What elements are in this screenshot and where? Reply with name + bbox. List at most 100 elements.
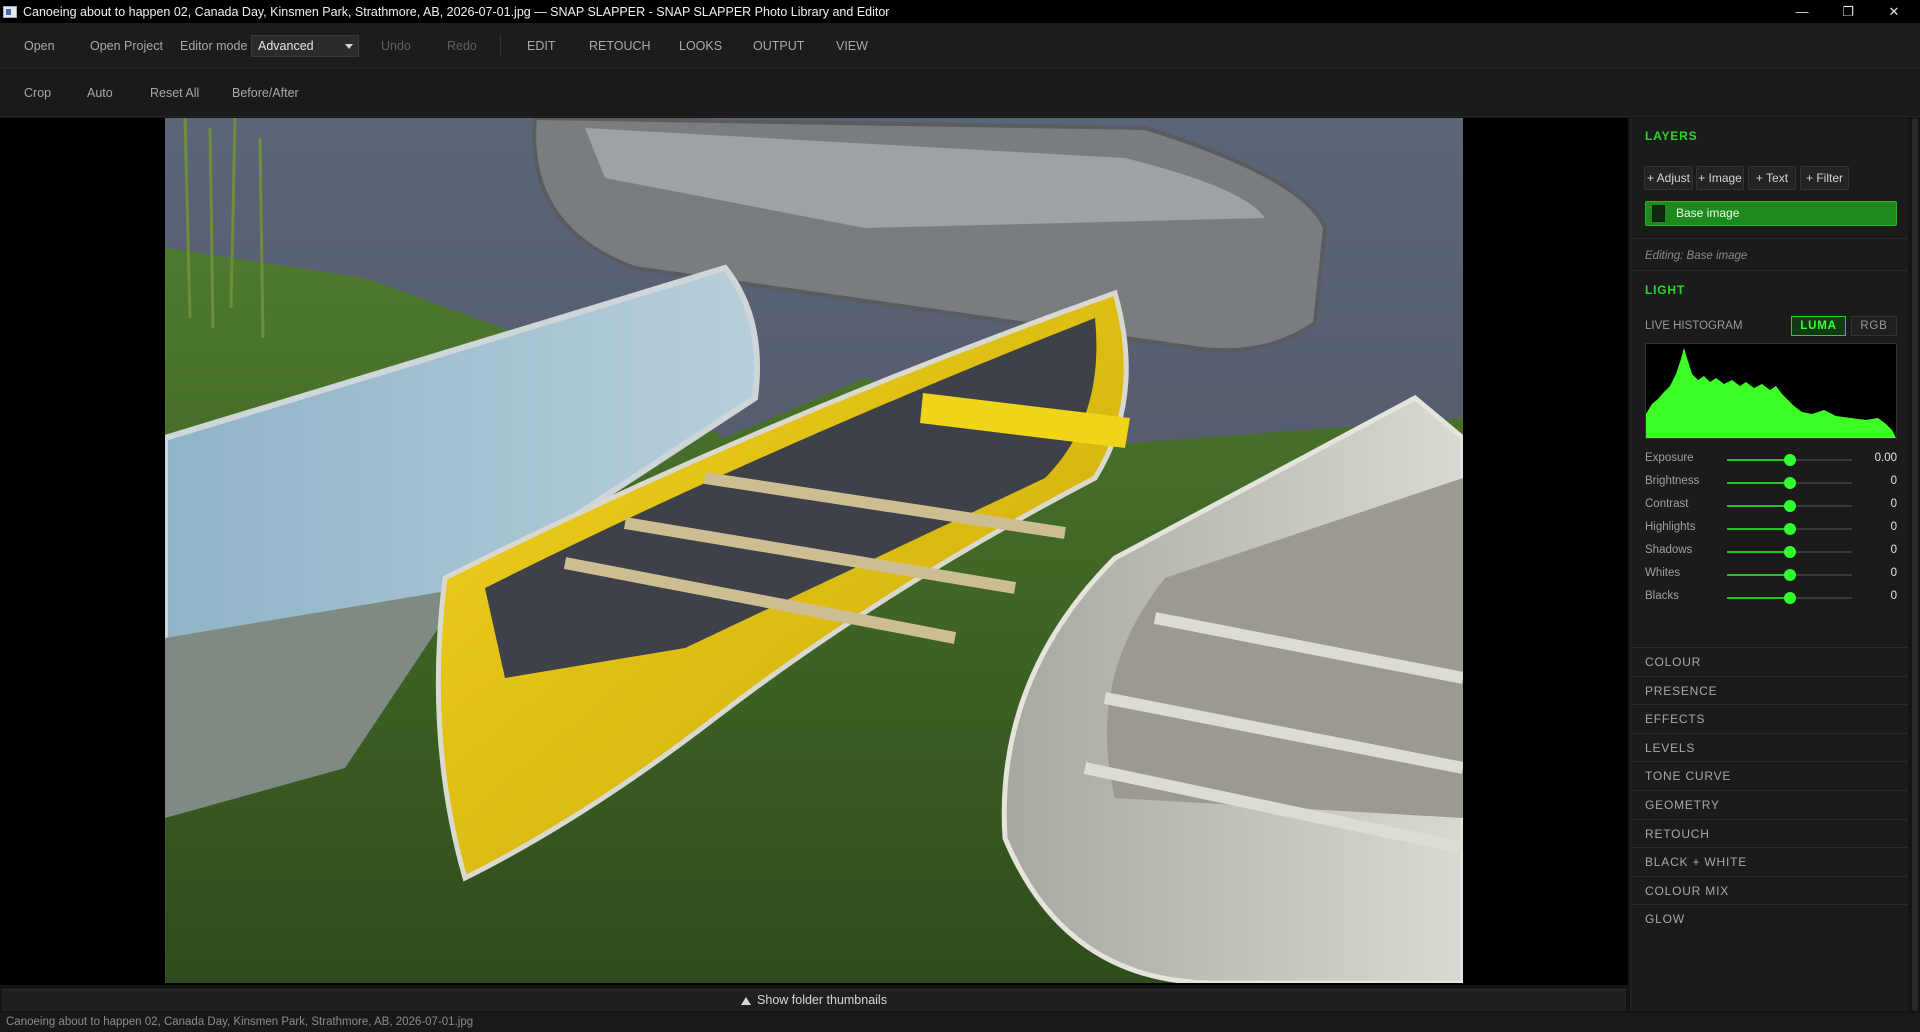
slider-value: 0 — [1890, 521, 1897, 533]
redo-button[interactable]: Redo — [447, 23, 477, 69]
slider-label: Brightness — [1645, 475, 1700, 487]
category-retouch[interactable]: RETOUCH — [1631, 818, 1908, 847]
slider-handle[interactable] — [1784, 477, 1796, 489]
scrollbar-thumb[interactable] — [1912, 118, 1918, 1011]
slider-fill — [1727, 528, 1790, 530]
slider-fill — [1727, 482, 1790, 484]
editing-indicator: Editing: Base image — [1645, 250, 1748, 262]
canoes-photo — [165, 118, 1463, 983]
before-after-button[interactable]: Before/After — [232, 70, 299, 117]
category-label: COLOUR MIX — [1645, 883, 1730, 898]
image-canvas[interactable] — [0, 118, 1628, 985]
slider-value: 0 — [1890, 498, 1897, 510]
slider-blacks[interactable]: Blacks 0 — [1645, 588, 1897, 608]
slider-value: 0 — [1890, 475, 1897, 487]
layer-swatch — [1652, 205, 1665, 222]
slider-value: 0 — [1890, 567, 1897, 579]
add-text-button[interactable]: + Text — [1748, 166, 1796, 190]
category-label: GLOW — [1645, 912, 1685, 927]
slider-brightness[interactable]: Brightness 0 — [1645, 473, 1897, 493]
slider-label: Highlights — [1645, 521, 1696, 533]
editor-mode-select[interactable]: Advanced — [251, 35, 359, 57]
menu-retouch[interactable]: RETOUCH — [589, 23, 651, 69]
layer-label: Base image — [1676, 206, 1740, 220]
panel-scrollbar[interactable] — [1910, 118, 1920, 1011]
luma-toggle[interactable]: LUMA — [1791, 316, 1846, 336]
category-label: EFFECTS — [1645, 712, 1706, 727]
category-levels[interactable]: LEVELS — [1631, 732, 1908, 761]
close-button[interactable]: ✕ — [1871, 0, 1917, 23]
app-icon — [3, 5, 17, 18]
slider-label: Blacks — [1645, 590, 1679, 602]
open-project-button[interactable]: Open Project — [90, 23, 163, 69]
slider-fill — [1727, 459, 1790, 461]
slider-label: Whites — [1645, 567, 1681, 579]
slider-fill — [1727, 551, 1790, 553]
menu-output[interactable]: OUTPUT — [753, 23, 804, 69]
category-tone-curve[interactable]: TONE CURVE — [1631, 761, 1908, 789]
add-filter-button[interactable]: + Filter — [1800, 166, 1849, 190]
category-glow[interactable]: GLOW — [1631, 904, 1908, 932]
menu-bar: Open Open Project Editor mode Advanced U… — [0, 23, 1920, 69]
window-title: Canoeing about to happen 02, Canada Day,… — [23, 4, 890, 19]
category-label: LEVELS — [1645, 740, 1696, 755]
triangle-up-icon — [741, 997, 752, 1005]
slider-fill — [1727, 505, 1790, 507]
menu-view[interactable]: VIEW — [836, 23, 868, 69]
slider-handle[interactable] — [1784, 569, 1796, 581]
editor-mode-value: Advanced — [258, 39, 314, 53]
rgb-toggle[interactable]: RGB — [1851, 316, 1897, 336]
layer-item-base[interactable]: Base image — [1645, 201, 1897, 226]
slider-highlights[interactable]: Highlights 0 — [1645, 519, 1897, 539]
slider-handle[interactable] — [1784, 500, 1796, 512]
category-label: PRESENCE — [1645, 683, 1718, 698]
auto-button[interactable]: Auto — [87, 70, 113, 117]
minimize-button[interactable]: — — [1779, 0, 1825, 23]
histogram-graph — [1646, 348, 1896, 438]
divider — [1631, 238, 1908, 239]
slider-handle[interactable] — [1784, 546, 1796, 558]
category-presence[interactable]: PRESENCE — [1631, 675, 1908, 704]
crop-button[interactable]: Crop — [24, 70, 51, 117]
slider-exposure[interactable]: Exposure 0.00 — [1645, 450, 1897, 470]
category-geometry[interactable]: GEOMETRY — [1631, 790, 1908, 818]
slider-handle[interactable] — [1784, 592, 1796, 604]
category-label: BLACK + WHITE — [1645, 855, 1748, 870]
slider-fill — [1727, 597, 1790, 599]
slider-label: Exposure — [1645, 452, 1694, 464]
category-colour[interactable]: COLOUR — [1631, 647, 1908, 675]
reset-all-button[interactable]: Reset All — [150, 70, 199, 117]
slider-whites[interactable]: Whites 0 — [1645, 565, 1897, 585]
undo-button[interactable]: Undo — [381, 23, 411, 69]
editor-mode-label: Editor mode — [180, 39, 248, 53]
slider-value: 0 — [1890, 590, 1897, 602]
menu-divider — [500, 35, 501, 57]
slider-handle[interactable] — [1784, 454, 1796, 466]
open-button[interactable]: Open — [24, 23, 55, 69]
slider-contrast[interactable]: Contrast 0 — [1645, 496, 1897, 516]
photo — [165, 118, 1463, 983]
category-colour-mix[interactable]: COLOUR MIX — [1631, 875, 1908, 904]
category-effects[interactable]: EFFECTS — [1631, 704, 1908, 732]
slider-handle[interactable] — [1784, 523, 1796, 535]
edit-panel: LAYERS + Adjust + Image + Text + Filter … — [1630, 118, 1908, 1011]
category-label: GEOMETRY — [1645, 798, 1720, 812]
slider-fill — [1727, 574, 1790, 576]
menu-looks[interactable]: LOOKS — [679, 23, 722, 69]
layers-title: LAYERS — [1645, 129, 1698, 143]
add-adjust-button[interactable]: + Adjust — [1644, 166, 1693, 190]
divider — [1631, 270, 1908, 271]
restore-button[interactable]: ❐ — [1825, 0, 1871, 23]
menu-edit[interactable]: EDIT — [527, 23, 555, 69]
live-histogram — [1645, 343, 1897, 439]
slider-label: Contrast — [1645, 498, 1689, 510]
show-thumbnails-toggle[interactable]: Show folder thumbnails — [2, 989, 1626, 1011]
category-black-white[interactable]: BLACK + WHITE — [1631, 847, 1908, 875]
tool-bar: Crop Auto Reset All Before/After — [0, 70, 1920, 117]
slider-shadows[interactable]: Shadows 0 — [1645, 542, 1897, 562]
category-label: RETOUCH — [1645, 826, 1710, 841]
title-bar: Canoeing about to happen 02, Canada Day,… — [0, 0, 1920, 23]
add-image-button[interactable]: + Image — [1696, 166, 1744, 190]
slider-value: 0 — [1890, 544, 1897, 556]
slider-label: Shadows — [1645, 544, 1693, 556]
